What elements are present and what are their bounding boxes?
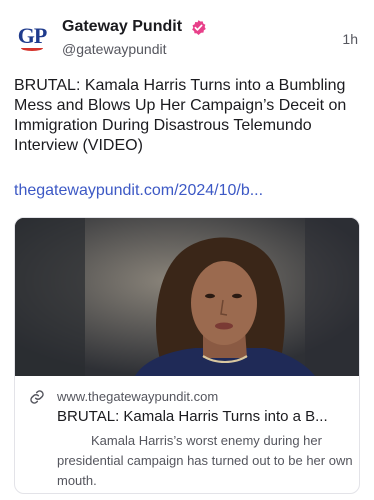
post-link[interactable]: thegatewaypundit.com/2024/10/b... — [14, 181, 362, 201]
avatar[interactable]: GP — [12, 16, 52, 56]
link-icon — [30, 390, 44, 404]
avatar-swoosh — [21, 45, 43, 51]
verified-badge-icon — [192, 20, 206, 35]
post-text: BRUTAL: Kamala Harris Turns into a Bumbl… — [14, 77, 347, 154]
photo-thumbnail — [15, 218, 359, 376]
post-container: GP Gateway Pundit @gatewaypundit 1h BRUT… — [0, 0, 374, 500]
author-name[interactable]: Gateway Pundit — [62, 17, 182, 37]
card-description: Kamala Harris’s worst enemy during her p… — [57, 433, 353, 488]
post-timestamp[interactable]: 1h — [342, 31, 358, 47]
link-preview-card[interactable]: www.thegatewaypundit.com BRUTAL: Kamala … — [14, 217, 360, 494]
card-domain: www.thegatewaypundit.com — [57, 389, 219, 404]
author-handle[interactable]: @gatewaypundit — [62, 40, 167, 58]
card-meta[interactable]: www.thegatewaypundit.com BRUTAL: Kamala … — [15, 376, 359, 493]
card-thumbnail-image[interactable] — [15, 218, 359, 376]
card-title[interactable]: BRUTAL: Kamala Harris Turns into a B... — [57, 407, 349, 427]
